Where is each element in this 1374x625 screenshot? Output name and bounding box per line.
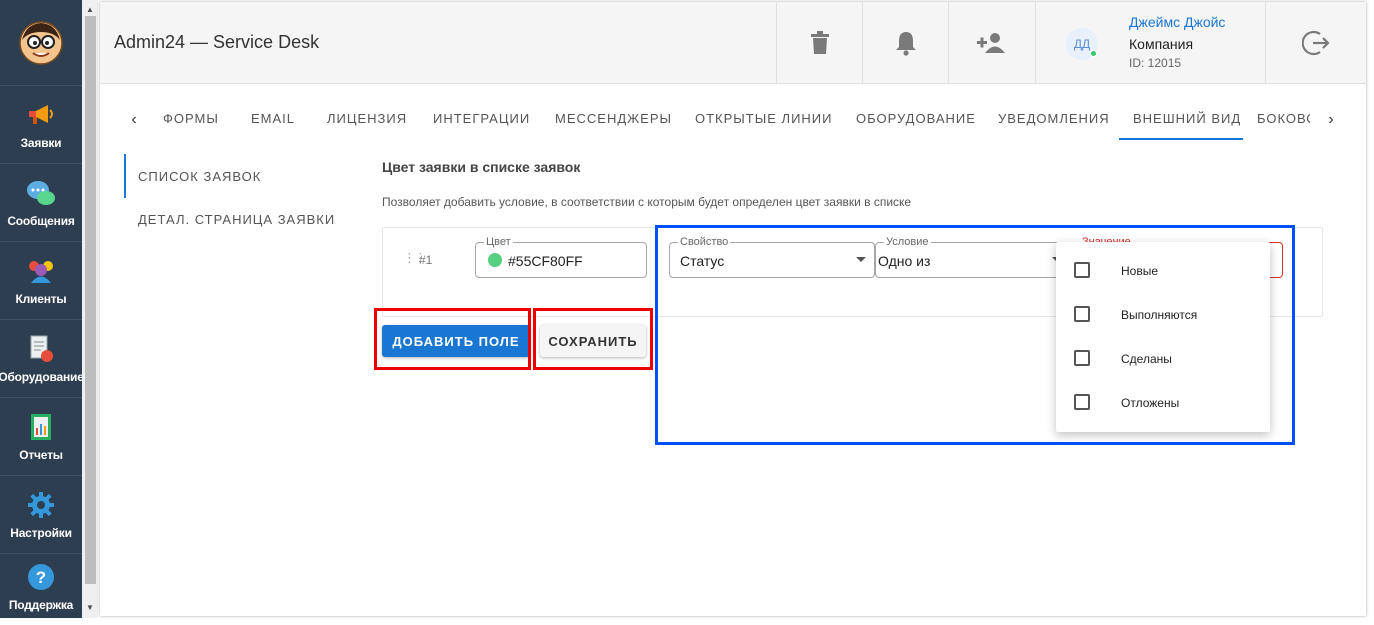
tab-sidebar[interactable]: БОКОВС: [1257, 111, 1310, 126]
trash-button[interactable]: [776, 2, 862, 84]
help-circle-icon: ?: [26, 562, 56, 592]
sidebar-item-equipment[interactable]: Оборудование: [0, 321, 84, 398]
tab-open-lines[interactable]: ОТКРЫТЫЕ ЛИНИИ: [695, 111, 833, 126]
highlight-add-field: [374, 308, 531, 370]
sidebar-item-label: Заявки: [20, 136, 62, 150]
equipment-doc-icon: [26, 334, 56, 364]
subnav-active-indicator: [124, 154, 126, 198]
add-user-icon: [976, 33, 1005, 53]
logout-button[interactable]: [1265, 2, 1366, 84]
color-value: #55CF80FF: [508, 253, 583, 269]
user-name[interactable]: Джеймс Джойс: [1129, 14, 1225, 30]
highlight-save: [533, 308, 653, 370]
avatar-logo-icon: [19, 20, 63, 65]
sidebar-item-messages[interactable]: Сообщения: [0, 165, 82, 242]
sidebar-item-label: Сообщения: [7, 214, 75, 228]
tab-forms[interactable]: ФОРМЫ: [163, 111, 219, 126]
tabs-scroll-area: ФОРМЫ EMAIL ЛИЦЕНЗИЯ ИНТЕГРАЦИИ МЕССЕНДЖ…: [140, 102, 1310, 142]
sidebar-item-reports[interactable]: Отчеты: [0, 399, 82, 476]
sidebar-item-label: Поддержка: [8, 597, 74, 612]
tab-appearance[interactable]: ВНЕШНИЙ ВИД: [1133, 111, 1241, 126]
app-logo[interactable]: [0, 0, 82, 86]
user-company: Компания: [1129, 36, 1194, 52]
users-group-icon: [26, 256, 56, 286]
tab-notifications[interactable]: УВЕДОМЛЕНИЯ: [998, 111, 1110, 126]
color-field[interactable]: Цвет #55CF80FF: [475, 236, 647, 278]
gear-icon: [26, 490, 56, 520]
tab-messengers[interactable]: МЕССЕНДЖЕРЫ: [555, 111, 672, 126]
bell-icon: [895, 32, 916, 56]
sidebar-item-clients[interactable]: Клиенты: [0, 243, 82, 320]
notifications-button[interactable]: [862, 2, 948, 84]
subnav-item-request-list[interactable]: СПИСОК ЗАЯВОК: [138, 169, 261, 184]
rule-number: #1: [419, 253, 433, 267]
trash-icon: [810, 31, 829, 54]
subnav-item-request-details[interactable]: ДЕТАЛ. СТРАНИЦА ЗАЯВКИ: [138, 212, 335, 227]
user-profile[interactable]: ДД Джеймс Джойс Компания ID: 12015: [1035, 2, 1265, 84]
tab-license[interactable]: ЛИЦЕНЗИЯ: [327, 111, 407, 126]
scroll-up-arrow-icon[interactable]: ▲: [82, 2, 98, 16]
logout-icon: [1302, 30, 1330, 56]
add-user-button[interactable]: [948, 2, 1034, 84]
sidebar-item-requests[interactable]: Заявки: [0, 87, 82, 164]
sidebar-item-support[interactable]: ? Поддержка: [0, 555, 82, 618]
active-tab-indicator: [1119, 138, 1243, 140]
left-sidebar: Заявки Сообщения Клиенты Оборудование От…: [0, 0, 84, 618]
section-description: Позволяет добавить условие, в соответств…: [382, 195, 912, 209]
sidebar-item-label: Настройки: [10, 526, 72, 540]
chat-bubbles-icon: [26, 178, 56, 208]
color-swatch: [488, 253, 502, 267]
section-title: Цвет заявки в списке заявок: [382, 159, 581, 175]
scroll-down-arrow-icon[interactable]: ▼: [82, 600, 98, 614]
sidebar-item-label: Клиенты: [15, 292, 67, 306]
megaphone-icon: [26, 100, 56, 130]
highlight-rule-editor: [655, 225, 1295, 445]
svg-text:?: ?: [36, 568, 46, 587]
user-id: ID: 12015: [1129, 56, 1182, 70]
tabs-next-chevron-icon[interactable]: ›: [1319, 108, 1343, 132]
sidebar-item-label: Отчеты: [19, 448, 63, 462]
color-field-label: Цвет: [484, 236, 513, 248]
report-chart-icon: [26, 412, 56, 442]
scrollbar-thumb[interactable]: [85, 16, 96, 584]
tab-email[interactable]: EMAIL: [251, 111, 295, 126]
tab-integrations[interactable]: ИНТЕГРАЦИИ: [433, 111, 530, 126]
sidebar-item-settings[interactable]: Настройки: [0, 477, 82, 554]
online-status-dot: [1090, 50, 1097, 57]
top-header: Admin24 — Service Desk ДД Джеймс Джойс К…: [100, 2, 1366, 84]
tab-equipment[interactable]: ОБОРУДОВАНИЕ: [856, 111, 976, 126]
settings-tabs: ‹ ФОРМЫ EMAIL ЛИЦЕНЗИЯ ИНТЕГРАЦИИ МЕССЕН…: [100, 102, 1366, 142]
sidebar-item-label: Оборудование: [0, 370, 84, 384]
app-title: Admin24 — Service Desk: [114, 32, 320, 52]
